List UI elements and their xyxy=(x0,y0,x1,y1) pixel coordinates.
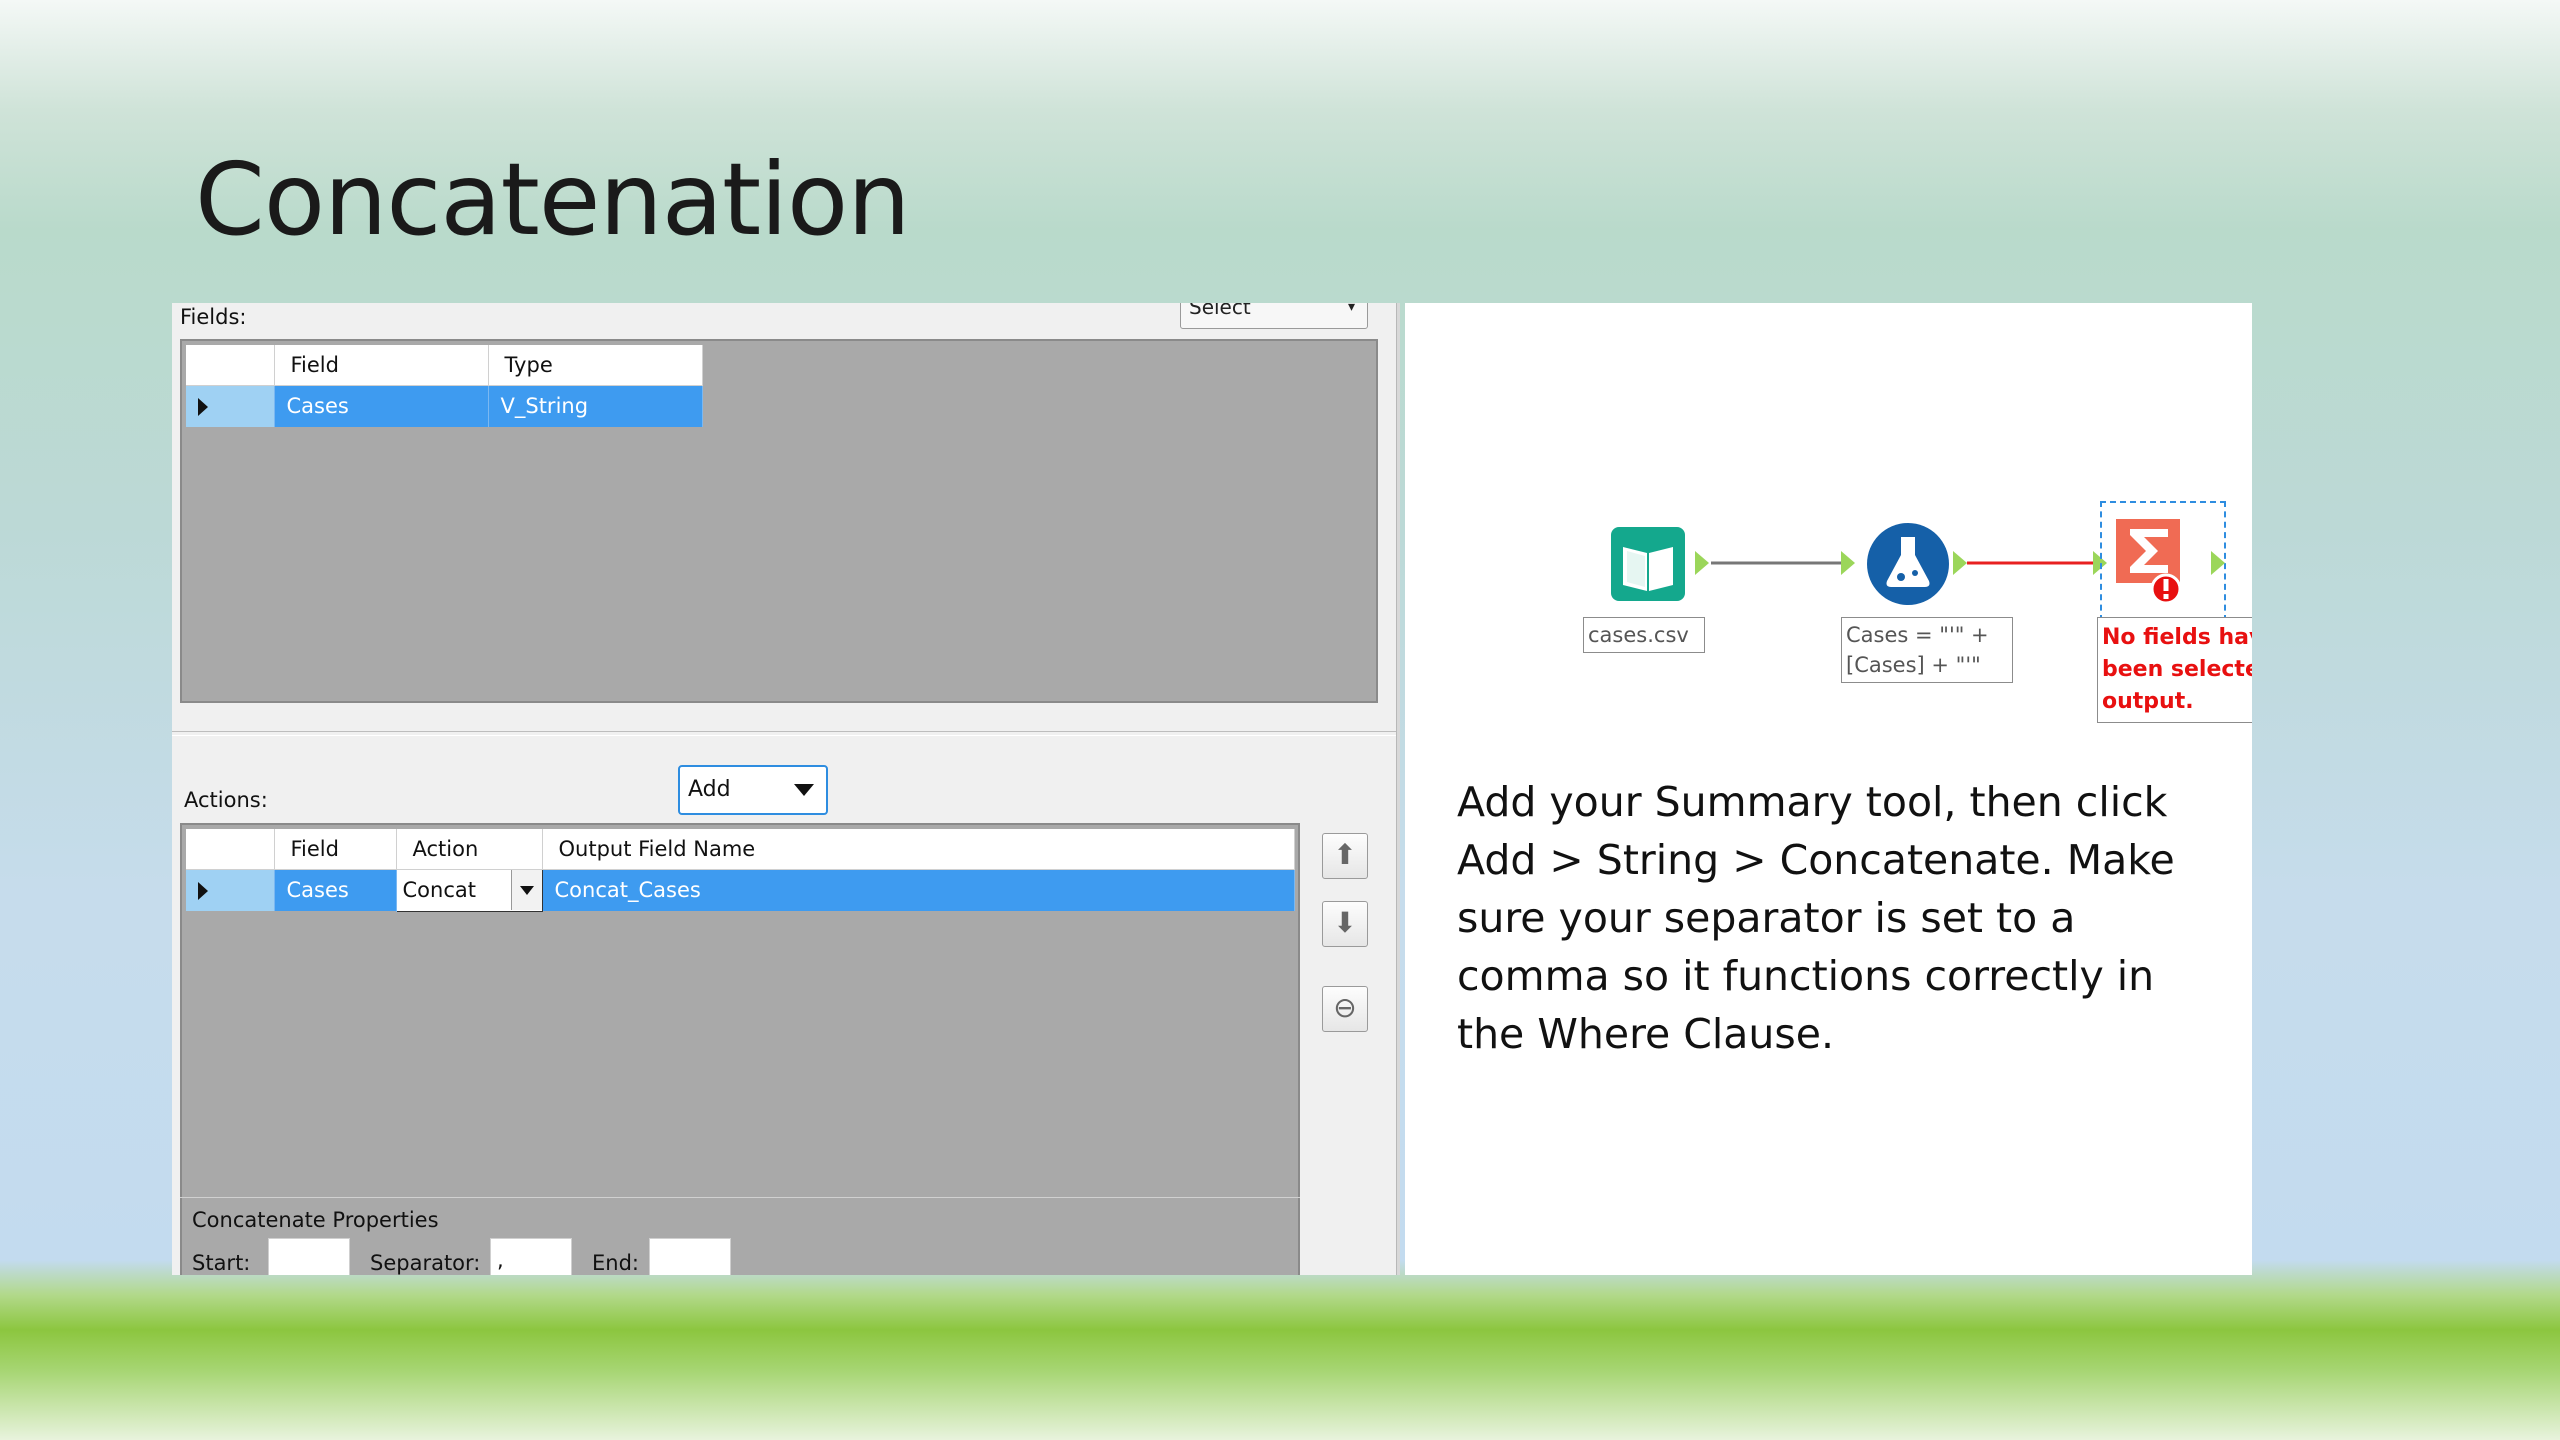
action-select[interactable]: Concat xyxy=(395,868,543,912)
instruction-text: Add your Summary tool, then click Add > … xyxy=(1457,778,2175,1058)
sigma-icon xyxy=(2116,519,2182,605)
concatenate-properties: Concatenate Properties Start: Separator:… xyxy=(180,1197,1300,1275)
summarize-config-dialog: Select ▾ Fields: Field Type Cases V_Stri… xyxy=(172,303,1400,1275)
error-line: No fields have xyxy=(2102,625,2252,650)
column-header-action: Action xyxy=(396,829,543,870)
chevron-down-icon[interactable] xyxy=(510,869,542,910)
input-tool-label: cases.csv xyxy=(1583,617,1705,653)
select-dropdown[interactable]: Select ▾ xyxy=(1180,303,1368,329)
concatenate-properties-title: Concatenate Properties xyxy=(192,1208,439,1232)
action-select-value: Concat xyxy=(402,878,476,902)
fields-grid: Field Type Cases V_String xyxy=(180,339,1378,703)
row-pointer-icon xyxy=(198,882,208,901)
workflow-panel: cases.csv Cases = "'" + [Cases] + "'" No… xyxy=(1405,303,2252,1275)
summarize-tool[interactable] xyxy=(2100,501,2226,621)
error-message: No fields have been selected output. xyxy=(2097,617,2252,723)
chevron-down-icon: ▾ xyxy=(1347,303,1355,315)
arrow-down-icon: ⬇ xyxy=(1333,906,1357,939)
column-header-type: Type xyxy=(488,345,703,386)
move-up-button[interactable]: ⬆ xyxy=(1322,833,1368,879)
column-header-field: Field xyxy=(274,345,489,386)
fields-label: Fields: xyxy=(180,305,247,329)
arrow-up-icon: ⬆ xyxy=(1333,838,1357,871)
column-header-field: Field xyxy=(274,829,397,870)
table-row[interactable]: Cases Concat Concat_Cases xyxy=(186,868,1295,912)
output-field-name-cell[interactable]: Concat_Cases xyxy=(542,869,1295,911)
table-row[interactable]: Cases V_String xyxy=(186,385,703,427)
add-dropdown-button[interactable]: Add xyxy=(678,765,828,815)
error-line: output. xyxy=(2102,689,2194,714)
separator-label: Separator: xyxy=(370,1251,481,1275)
start-input[interactable] xyxy=(268,1238,350,1275)
row-selector[interactable] xyxy=(186,385,275,427)
formula-tool[interactable] xyxy=(1865,521,1951,611)
minus-circle-icon: ⊖ xyxy=(1333,991,1357,1024)
flask-icon xyxy=(1867,523,1949,605)
input-anchor[interactable] xyxy=(1841,551,1855,575)
separator-input[interactable]: , xyxy=(490,1238,572,1275)
end-input[interactable] xyxy=(649,1238,731,1275)
select-dropdown-label: Select xyxy=(1189,303,1251,319)
row-header-corner xyxy=(186,829,275,870)
formula-label-line: [Cases] + "'" xyxy=(1846,653,1981,677)
output-anchor[interactable] xyxy=(1953,551,1967,575)
caret-down-icon xyxy=(794,784,814,796)
end-label: End: xyxy=(592,1251,639,1275)
type-cell[interactable]: V_String xyxy=(488,385,703,427)
remove-button[interactable]: ⊖ xyxy=(1322,986,1368,1032)
output-anchor[interactable] xyxy=(1695,551,1709,575)
output-anchor[interactable] xyxy=(2211,551,2225,575)
splitter[interactable] xyxy=(172,731,1400,736)
add-dropdown-label: Add xyxy=(688,777,731,802)
row-pointer-icon xyxy=(198,398,208,417)
formula-label-line: Cases = "'" + xyxy=(1846,623,1989,647)
actions-label: Actions: xyxy=(184,788,268,812)
actions-table: Field Action Output Field Name Cases Con… xyxy=(186,829,1295,912)
start-label: Start: xyxy=(192,1251,251,1275)
panel-splitter xyxy=(1396,303,1400,1275)
input-data-tool[interactable] xyxy=(1609,525,1687,607)
error-line: been selected xyxy=(2102,657,2252,682)
field-cell[interactable]: Cases xyxy=(274,385,489,427)
book-icon xyxy=(1611,527,1685,601)
fields-table: Field Type Cases V_String xyxy=(186,345,703,427)
row-header-corner xyxy=(186,345,275,386)
column-header-output-field-name: Output Field Name xyxy=(542,829,1295,870)
slide-title: Concatenation xyxy=(195,141,911,258)
formula-tool-label: Cases = "'" + [Cases] + "'" xyxy=(1841,617,2013,683)
row-selector[interactable] xyxy=(186,869,275,911)
field-cell[interactable]: Cases xyxy=(274,869,397,911)
move-down-button[interactable]: ⬇ xyxy=(1322,901,1368,947)
